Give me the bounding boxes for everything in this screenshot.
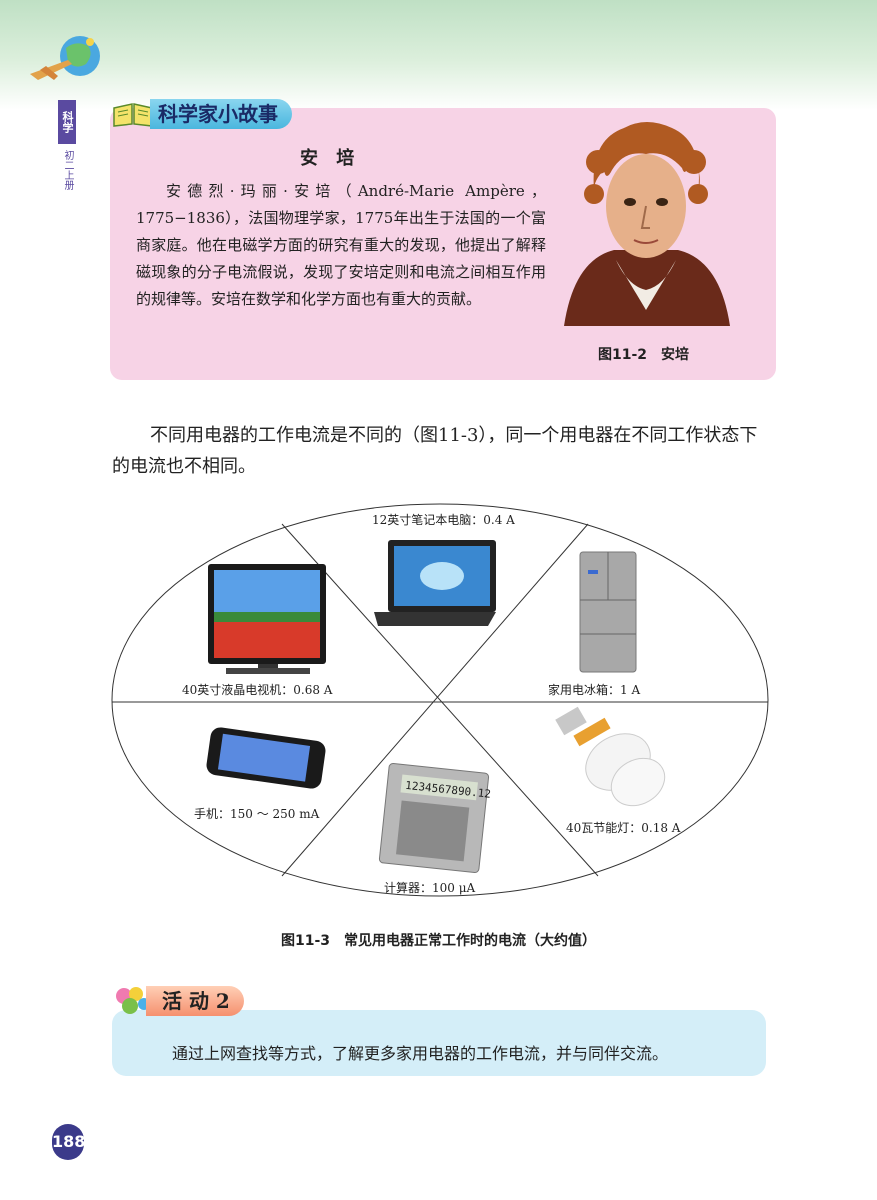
globe-airplane-logo [30,36,100,80]
tv-icon [208,564,326,674]
story-scientist-name: 安 培 [300,148,361,169]
story-header-title: 科学家小故事 [150,99,292,129]
figure-caption: 图11-3 常见用电器正常工作时的电流（大约值） [280,933,597,949]
page-number: 188 [52,1124,85,1160]
mobile-phone-icon [206,727,326,789]
tv-current-label: 40英寸液晶电视机：0.68 A [182,682,333,697]
calculator-current-label: 计算器：100 μA [384,880,476,895]
appliance-current-diagram: 1234567890.12 12英寸笔记本电脑：0.4 A 40英寸液晶电视机：… [111,503,769,897]
page-header-band [0,0,877,110]
main-paragraph: 不同用电器的工作电流是不同的（图11-3），同一个用电器在不同工作状态下的电流也… [112,425,758,477]
fridge-current-label: 家用电冰箱：1 A [548,682,640,697]
open-book-icon [113,103,153,127]
story-header: 科学家小故事 [112,98,292,130]
phone-current-label: 手机：150 ～ 250 mA [194,807,320,821]
story-body-text: 安德烈·玛丽·安培（André-Marie Ampère，1775−1836），… [136,182,546,308]
energy-saving-lamp-icon [555,706,666,807]
side-tab: 科学 初二上册 [58,100,76,212]
laptop-current-label: 12英寸笔记本电脑：0.4 A [372,512,515,527]
grade-label: 初二上册 [62,150,73,190]
refrigerator-icon [579,551,637,673]
laptop-icon [374,540,496,626]
subject-label: 科学 [58,100,76,144]
ampere-portrait [554,110,738,326]
lamp-current-label: 40瓦节能灯：0.18 A [566,821,681,835]
portrait-caption: 图11-2 安培 [598,347,690,363]
activity-title: 活 动 2 [146,986,244,1016]
activity-header: 活 动 2 [110,984,244,1018]
calculator-icon: 1234567890.12 [378,762,492,874]
activity-text: 通过上网查找等方式，了解更多家用电器的工作电流，并与同伴交流。 [172,1044,669,1063]
